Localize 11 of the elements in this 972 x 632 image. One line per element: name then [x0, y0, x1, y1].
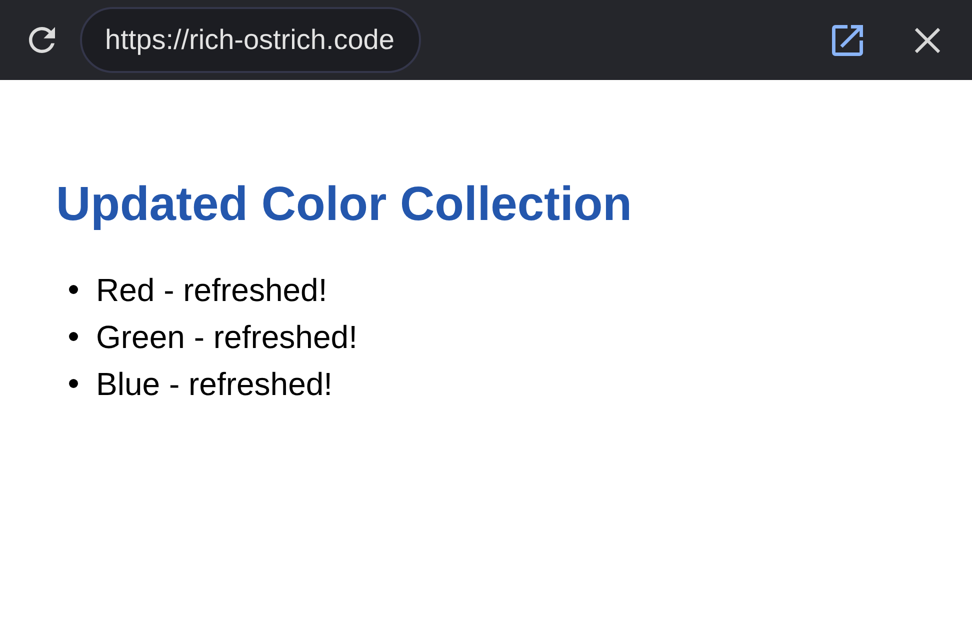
- list-item-text: Blue - refreshed!: [96, 364, 333, 402]
- list-item-text: Red - refreshed!: [96, 270, 328, 308]
- reload-icon[interactable]: [29, 27, 55, 53]
- url-field[interactable]: https://rich-ostrich.code: [80, 7, 421, 73]
- external-link-icon[interactable]: [832, 24, 863, 56]
- bullet-icon: [69, 285, 78, 294]
- bullet-icon: [69, 379, 78, 388]
- page-heading: Updated Color Collection: [56, 177, 632, 233]
- bullet-icon: [69, 332, 78, 341]
- close-icon[interactable]: [915, 28, 940, 52]
- list-item-text: Green - refreshed!: [96, 318, 358, 356]
